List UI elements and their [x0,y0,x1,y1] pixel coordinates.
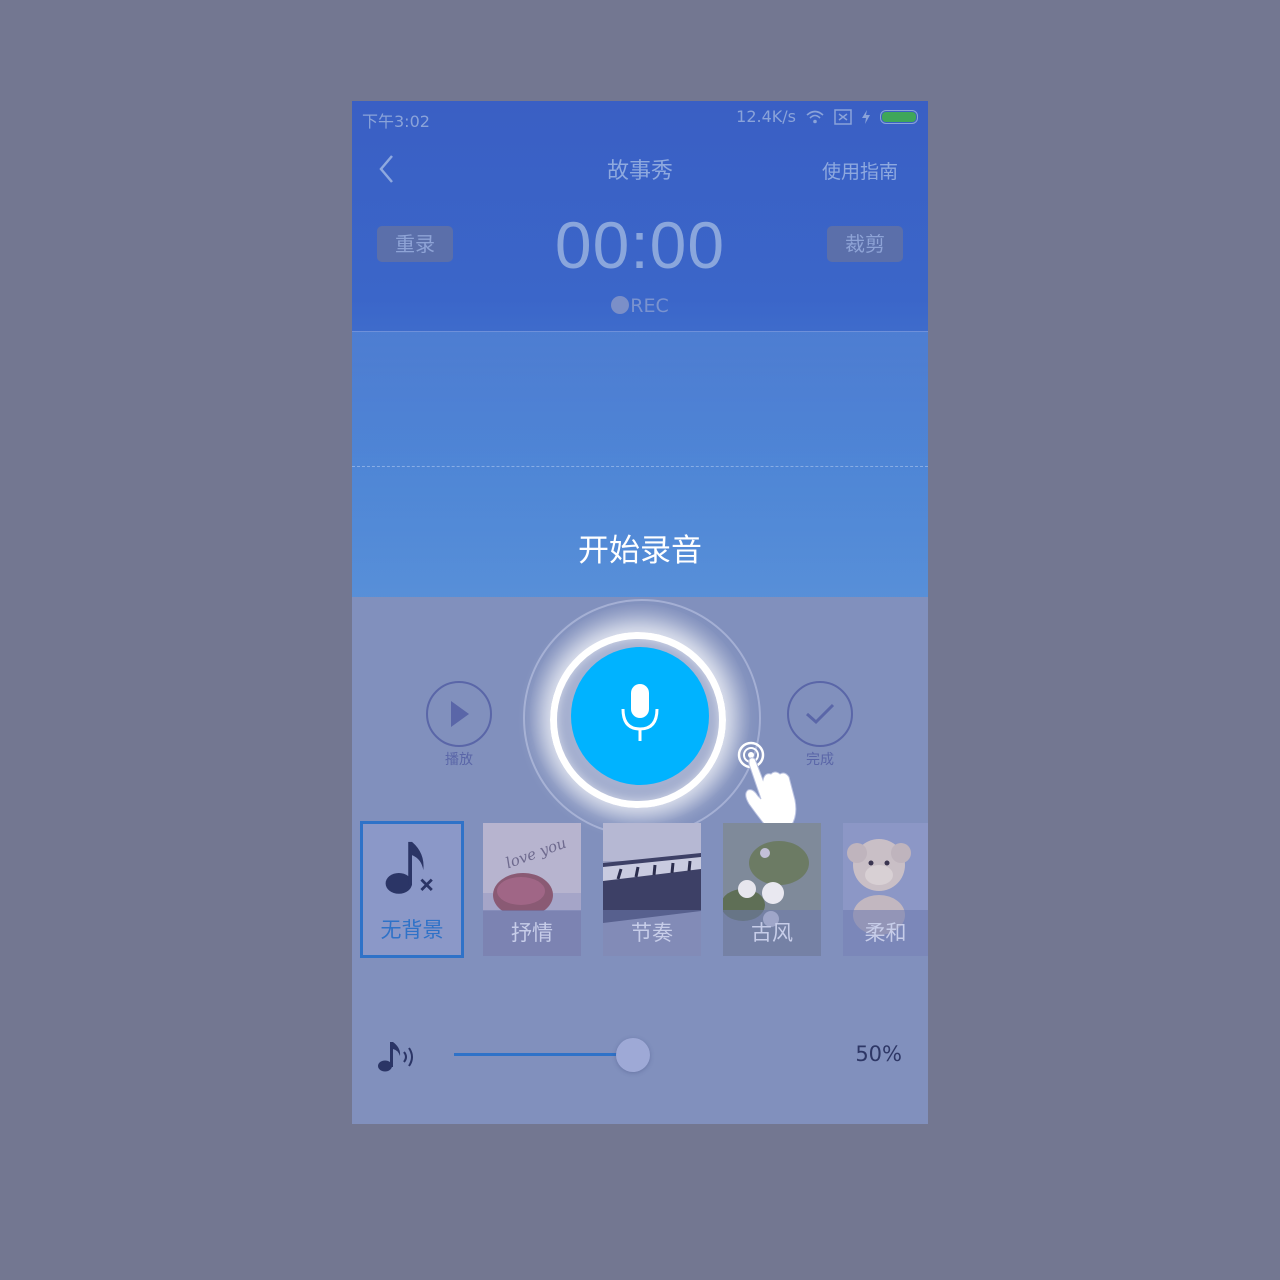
sim-icon [834,108,852,125]
check-icon [806,703,835,725]
divider [352,331,928,332]
play-icon [451,701,469,727]
status-bar: 下午3:02 12.4K/s [352,101,928,135]
wifi-icon [806,110,824,124]
play-control[interactable]: 播放 [426,681,492,769]
volume-value: 50% [855,1042,902,1066]
bolt-icon [862,109,870,124]
music-item-rhythm[interactable]: 节奏 [603,823,701,956]
trim-button[interactable]: 裁剪 [827,226,903,262]
status-time: 下午3:02 [362,112,430,131]
background-music-list: 无背景 love you 抒情 节奏 古风 柔和 [360,821,928,959]
battery-level [882,111,916,122]
rec-dot-icon [611,296,630,314]
music-label: 节奏 [603,910,701,956]
network-speed: 12.4K/s [736,107,796,126]
guide-link[interactable]: 使用指南 [822,157,898,184]
app-screen: 下午3:02 12.4K/s 故事秀 使用指南 重录 00:00 裁剪 REC … [352,101,928,1124]
record-button[interactable] [571,647,709,785]
play-button[interactable] [426,681,492,747]
start-recording-label: 开始录音 [578,533,702,569]
status-icons: 12.4K/s [736,107,918,126]
music-label: 无背景 [380,918,444,942]
music-item-classical[interactable]: 古风 [723,823,821,956]
play-label: 播放 [445,752,473,768]
microphone-icon [618,683,662,749]
music-label: 抒情 [483,910,581,956]
rec-indicator: REC [352,295,928,317]
waveform-baseline [352,466,928,467]
music-item-soft[interactable]: 柔和 [843,823,928,956]
rec-label: REC [630,295,669,317]
music-item-lyrical[interactable]: love you 抒情 [483,823,581,956]
volume-icon [376,1038,420,1074]
music-label: 古风 [723,910,821,956]
volume-slider-track[interactable] [454,1053,634,1056]
volume-slider-knob[interactable] [616,1038,650,1072]
battery-icon [880,109,918,124]
recording-header: 下午3:02 12.4K/s 故事秀 使用指南 重录 00:00 裁剪 REC … [352,101,928,597]
music-label: 柔和 [843,910,928,956]
music-item-none[interactable]: 无背景 [360,821,464,958]
